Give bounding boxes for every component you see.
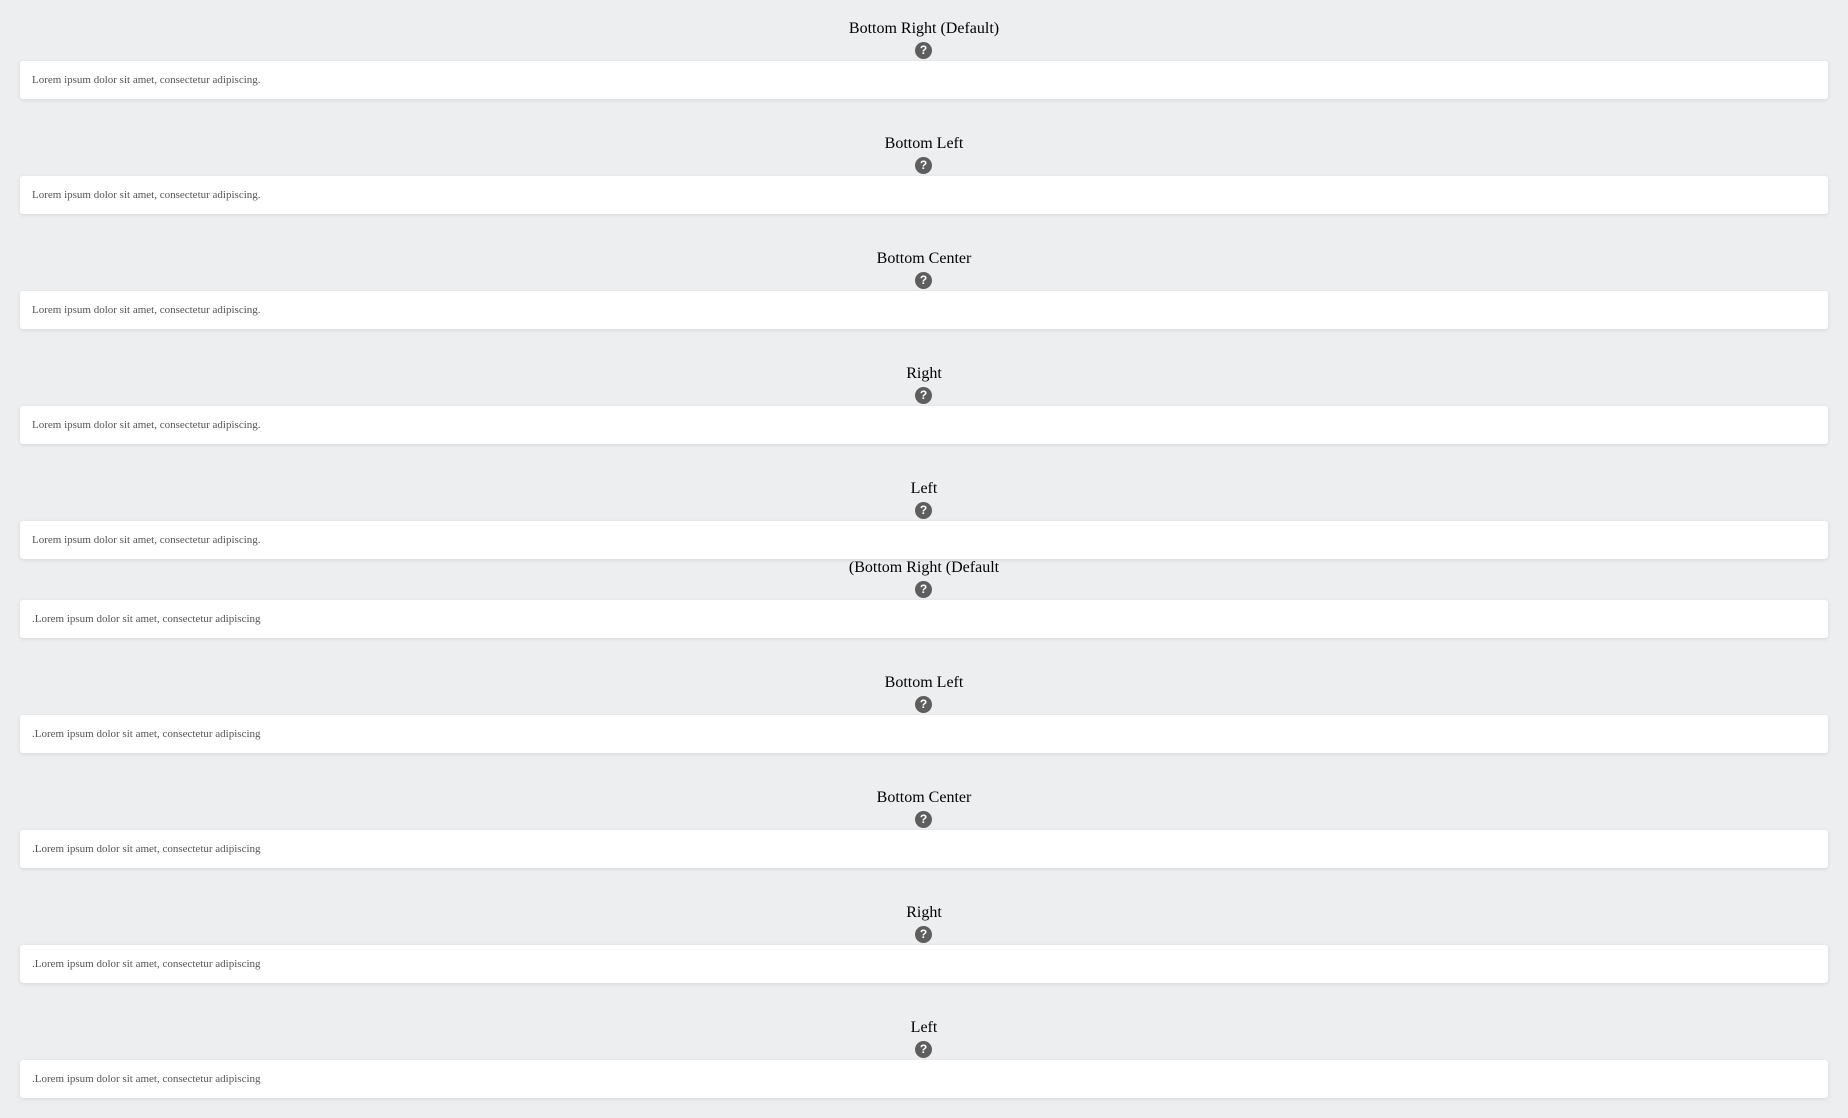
section-title: Bottom Right (Default) <box>848 20 1000 37</box>
content-card: Lorem ipsum dolor sit amet, consectetur … <box>20 521 1828 559</box>
card-text: .Lorem ipsum dolor sit amet, consectetur… <box>32 843 261 855</box>
card-text: .Lorem ipsum dolor sit amet, consectetur… <box>32 958 261 970</box>
help-icon[interactable]: ? <box>915 1041 932 1058</box>
help-icon[interactable]: ? <box>915 42 932 59</box>
content-card: .Lorem ipsum dolor sit amet, consectetur… <box>20 830 1828 868</box>
content-card: .Lorem ipsum dolor sit amet, consectetur… <box>20 945 1828 983</box>
card-text: .Lorem ipsum dolor sit amet, consectetur… <box>32 1073 261 1085</box>
card-text: Lorem ipsum dolor sit amet, consectetur … <box>32 419 261 431</box>
card-text: .Lorem ipsum dolor sit amet, consectetur… <box>32 613 261 625</box>
content-card: Lorem ipsum dolor sit amet, consectetur … <box>20 291 1828 329</box>
card-text: Lorem ipsum dolor sit amet, consectetur … <box>32 189 261 201</box>
help-icon[interactable]: ? <box>915 696 932 713</box>
section-title: Bottom Left <box>884 674 964 691</box>
help-icon[interactable]: ? <box>915 157 932 174</box>
content-card: .Lorem ipsum dolor sit amet, consectetur… <box>20 1060 1828 1098</box>
content-card: .Lorem ipsum dolor sit amet, consectetur… <box>20 600 1828 638</box>
content-card: Lorem ipsum dolor sit amet, consectetur … <box>20 176 1828 214</box>
section-title: Right <box>906 904 942 921</box>
help-icon[interactable]: ? <box>915 387 932 404</box>
card-text: .Lorem ipsum dolor sit amet, consectetur… <box>32 728 261 740</box>
help-icon[interactable]: ? <box>915 811 932 828</box>
section-title: Right <box>906 365 942 382</box>
card-text: Lorem ipsum dolor sit amet, consectetur … <box>32 304 261 316</box>
card-text: Lorem ipsum dolor sit amet, consectetur … <box>32 74 261 86</box>
section-title: Bottom Center <box>876 789 972 806</box>
section-title: Bottom Left <box>884 135 964 152</box>
section-title: (Bottom Right (Default <box>848 559 1000 576</box>
section-title: Left <box>910 480 938 497</box>
content-card: .Lorem ipsum dolor sit amet, consectetur… <box>20 715 1828 753</box>
help-icon[interactable]: ? <box>915 581 932 598</box>
help-icon[interactable]: ? <box>915 272 932 289</box>
section-title: Left <box>910 1019 938 1036</box>
content-card: Lorem ipsum dolor sit amet, consectetur … <box>20 61 1828 99</box>
help-icon[interactable]: ? <box>915 926 932 943</box>
content-card: Lorem ipsum dolor sit amet, consectetur … <box>20 406 1828 444</box>
card-text: Lorem ipsum dolor sit amet, consectetur … <box>32 534 261 546</box>
help-icon[interactable]: ? <box>915 502 932 519</box>
section-title: Bottom Center <box>876 250 972 267</box>
